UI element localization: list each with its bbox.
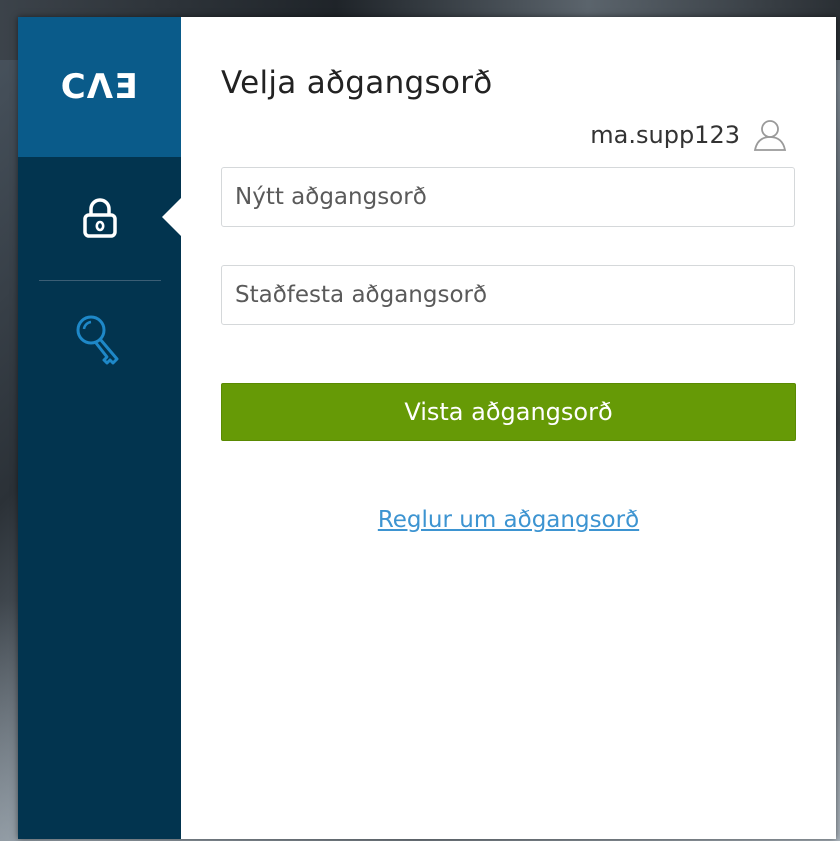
password-rules-link[interactable]: Reglur um aðgangsorð — [181, 507, 836, 533]
logo-box: CΛƎ — [18, 17, 181, 157]
user-icon — [753, 120, 787, 151]
main-content: Velja aðgangsorð ma.supp123 Vista aðgang… — [181, 17, 836, 839]
username: ma.supp123 — [590, 121, 740, 149]
active-indicator — [162, 198, 181, 236]
save-password-button[interactable]: Vista aðgangsorð — [221, 383, 796, 441]
lock-icon — [82, 198, 117, 238]
sidebar: CΛƎ — [18, 17, 181, 839]
key-icon — [76, 315, 118, 365]
sidebar-item-key[interactable] — [18, 281, 181, 403]
password-card: CΛƎ Velja aðgangsorð ma.supp123 Vista að… — [18, 17, 836, 839]
user-info: ma.supp123 — [590, 117, 788, 153]
new-password-input[interactable] — [221, 167, 795, 227]
confirm-password-input[interactable] — [221, 265, 795, 325]
page-title: Velja aðgangsorð — [221, 65, 493, 101]
logo: CΛƎ — [60, 67, 139, 107]
sidebar-item-change-password[interactable] — [18, 157, 181, 279]
